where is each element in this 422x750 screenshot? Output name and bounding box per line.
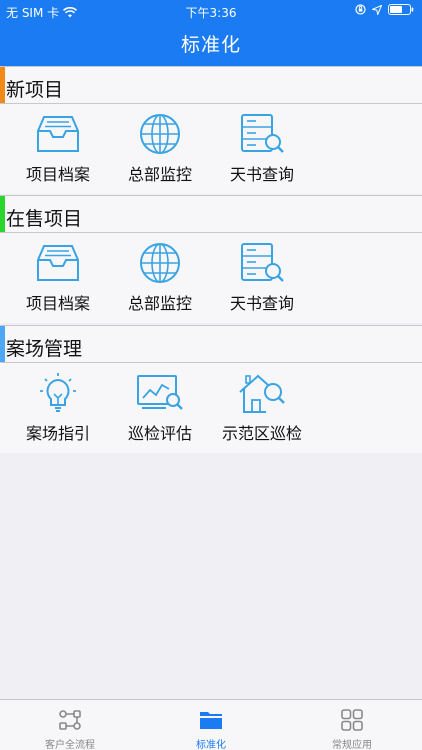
section-header-on-sale: 在售项目 xyxy=(0,195,422,233)
chart-search-icon xyxy=(137,375,183,410)
grid-item-project-archive[interactable]: 项目档案 xyxy=(6,233,110,323)
section-accent-bar xyxy=(0,326,5,362)
grid-item-label: 项目档案 xyxy=(25,165,90,184)
status-right xyxy=(355,4,414,15)
inbox-icon xyxy=(37,116,79,152)
location-icon xyxy=(372,4,382,15)
battery-icon xyxy=(388,4,414,15)
grid-item-label: 案场指引 xyxy=(25,424,90,443)
page-title: 标准化 xyxy=(180,34,241,56)
server-search-icon xyxy=(241,243,284,282)
grid-item-label: 天书查询 xyxy=(229,294,294,313)
globe-icon xyxy=(140,114,180,154)
tab-customer-flow[interactable]: 客户全流程 xyxy=(0,700,140,750)
inbox-icon xyxy=(37,245,79,281)
section-header-sales-site: 案场管理 xyxy=(0,325,422,363)
server-search-icon xyxy=(241,114,284,153)
grid-item-tianshu-query[interactable]: 天书查询 xyxy=(210,233,314,323)
grid-item-label: 项目档案 xyxy=(25,294,90,313)
folder-icon xyxy=(200,712,222,729)
tab-standardization[interactable]: 标准化 xyxy=(141,700,281,750)
grid-item-demo-inspection[interactable]: 示范区巡检 xyxy=(210,363,314,453)
section-accent-bar xyxy=(0,196,5,232)
lightbulb-icon xyxy=(40,373,76,412)
tab-label: 客户全流程 xyxy=(45,740,95,750)
tab-label: 标准化 xyxy=(196,740,226,750)
grid-item-label: 示范区巡检 xyxy=(221,424,302,443)
section-grid-new-project: 项目档案 总部监控 天书查询 xyxy=(0,104,422,194)
grid-item-hq-monitor[interactable]: 总部监控 xyxy=(108,104,212,194)
section-header-new-project: 新项目 xyxy=(0,66,422,104)
tab-label: 常规应用 xyxy=(332,740,372,750)
section-grid-sales-site: 案场指引 巡检评估 示范区巡检 xyxy=(0,363,422,453)
grid-icon xyxy=(341,709,363,731)
section-title: 案场管理 xyxy=(6,338,83,360)
tab-common-apps[interactable]: 常规应用 xyxy=(282,700,422,750)
flow-icon xyxy=(59,710,81,730)
grid-item-project-archive[interactable]: 项目档案 xyxy=(6,104,110,194)
grid-item-inspection-eval[interactable]: 巡检评估 xyxy=(108,363,212,453)
section-accent-bar xyxy=(0,67,5,103)
grid-item-label: 总部监控 xyxy=(127,294,192,313)
grid-item-site-guide[interactable]: 案场指引 xyxy=(6,363,110,453)
grid-item-label: 巡检评估 xyxy=(127,424,192,443)
section-end xyxy=(0,453,422,454)
app-header: 无 SIM 卡 下午3:36 标准化 xyxy=(0,0,422,66)
grid-item-label: 天书查询 xyxy=(229,165,294,184)
tab-bar: 客户全流程 标准化 常规应用 xyxy=(0,699,422,750)
grid-item-label: 总部监控 xyxy=(127,165,192,184)
grid-item-tianshu-query[interactable]: 天书查询 xyxy=(210,104,314,194)
globe-icon xyxy=(140,243,180,283)
section-title: 在售项目 xyxy=(6,208,83,230)
house-search-icon xyxy=(239,374,285,413)
section-grid-on-sale: 项目档案 总部监控 天书查询 xyxy=(0,233,422,323)
section-title: 新项目 xyxy=(6,79,64,101)
status-bar: 无 SIM 卡 下午3:36 xyxy=(0,0,422,22)
grid-item-hq-monitor[interactable]: 总部监控 xyxy=(108,233,212,323)
orientation-lock-icon xyxy=(355,4,366,15)
